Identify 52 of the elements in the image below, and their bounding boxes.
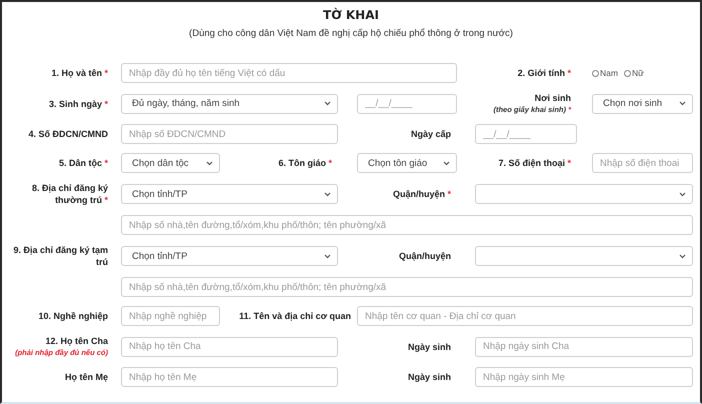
text-field[interactable]: Nhập họ tên Mẹ	[121, 367, 338, 387]
dropdown[interactable]: Chọn tôn giáo	[357, 153, 457, 173]
field-label: 8. Địa chỉ đăng ký thường trú *	[30, 182, 108, 206]
radio-option[interactable]: Nữ	[624, 68, 644, 78]
chevron-icon	[679, 192, 686, 196]
text-field[interactable]: Nhập họ tên Cha	[121, 336, 338, 356]
text-field[interactable]: Nhập ngày sinh Mẹ	[475, 367, 693, 387]
field-label: 2. Giới tính *	[518, 67, 571, 79]
field-label: Quận/huyện	[398, 250, 451, 262]
text-field[interactable]: Nhập ngày sinh Cha	[475, 336, 693, 356]
field-label: 3. Sinh ngày *	[48, 98, 108, 110]
field-label: 9. Địa chỉ đăng ký tạm trú	[12, 244, 108, 268]
text-field[interactable]: Nhập số ĐDCN/CMND	[121, 124, 338, 144]
dropdown[interactable]: Đủ ngày, tháng, năm sinh	[121, 94, 338, 114]
dropdown[interactable]	[475, 184, 693, 204]
field-label: 1. Họ và tên *	[51, 67, 108, 79]
dropdown[interactable]	[475, 246, 693, 266]
field-label: 6. Tôn giáo *	[278, 157, 332, 169]
chevron-icon	[443, 160, 450, 166]
text-field[interactable]: __/__/____	[475, 124, 577, 144]
field-label: Họ tên Mẹ	[64, 371, 108, 383]
chevron-icon	[324, 254, 331, 258]
radio-option[interactable]: Nam	[592, 68, 618, 78]
field-label: 7. Số điện thoại *	[498, 157, 571, 169]
field-label: Quận/huyện *	[392, 188, 451, 200]
field-label: 11. Tên và địa chỉ cơ quan	[239, 310, 351, 322]
text-field[interactable]: __/__/____	[357, 94, 457, 114]
text-field[interactable]: Nhập tên cơ quan - Địa chỉ cơ quan	[357, 306, 693, 326]
text-field[interactable]: Nhập nghề nghiệp	[121, 306, 220, 326]
field-label: 4. Số ĐDCN/CMND	[28, 128, 108, 140]
chevron-icon	[679, 254, 686, 258]
field-label: Nơi sinh	[534, 92, 571, 104]
chevron-icon	[324, 192, 331, 196]
text-field[interactable]: Nhập đầy đủ họ tên tiếng Việt có dấu	[121, 63, 457, 83]
field-label: Ngày sinh	[408, 340, 451, 352]
form-title: TỜ KHAI	[323, 8, 379, 22]
field-label: Ngày cấp	[410, 128, 451, 140]
field-label: Ngày sinh	[408, 371, 451, 383]
field-label: 12. Họ tên Cha	[45, 335, 108, 347]
chevron-icon	[206, 160, 213, 166]
chevron-icon	[679, 101, 686, 106]
dropdown[interactable]: Chọn nơi sinh	[592, 94, 693, 114]
form-subtitle: (Dùng cho công dân Việt Nam đề nghị cấp hộ chiếu phổ thông ở trong nước)	[189, 28, 513, 39]
field-label: 5. Dân tộc *	[58, 157, 108, 169]
text-field[interactable]: Nhập số nhà,tên đường,tổ/xóm,khu phố/thôn; tên phường/xã	[121, 215, 693, 235]
dropdown[interactable]: Chọn dân tộc	[121, 153, 220, 173]
text-field[interactable]: Nhập số điện thoai	[592, 153, 693, 173]
dropdown[interactable]: Chọn tỉnh/TP	[121, 184, 338, 204]
field-label: 10. Nghề nghiệp	[38, 310, 108, 322]
text-field[interactable]: Nhập số nhà,tên đường,tổ/xóm,khu phố/thôn; tên phường/xã	[121, 277, 693, 297]
dropdown[interactable]: Chọn tỉnh/TP	[121, 246, 338, 266]
chevron-icon	[324, 101, 331, 106]
